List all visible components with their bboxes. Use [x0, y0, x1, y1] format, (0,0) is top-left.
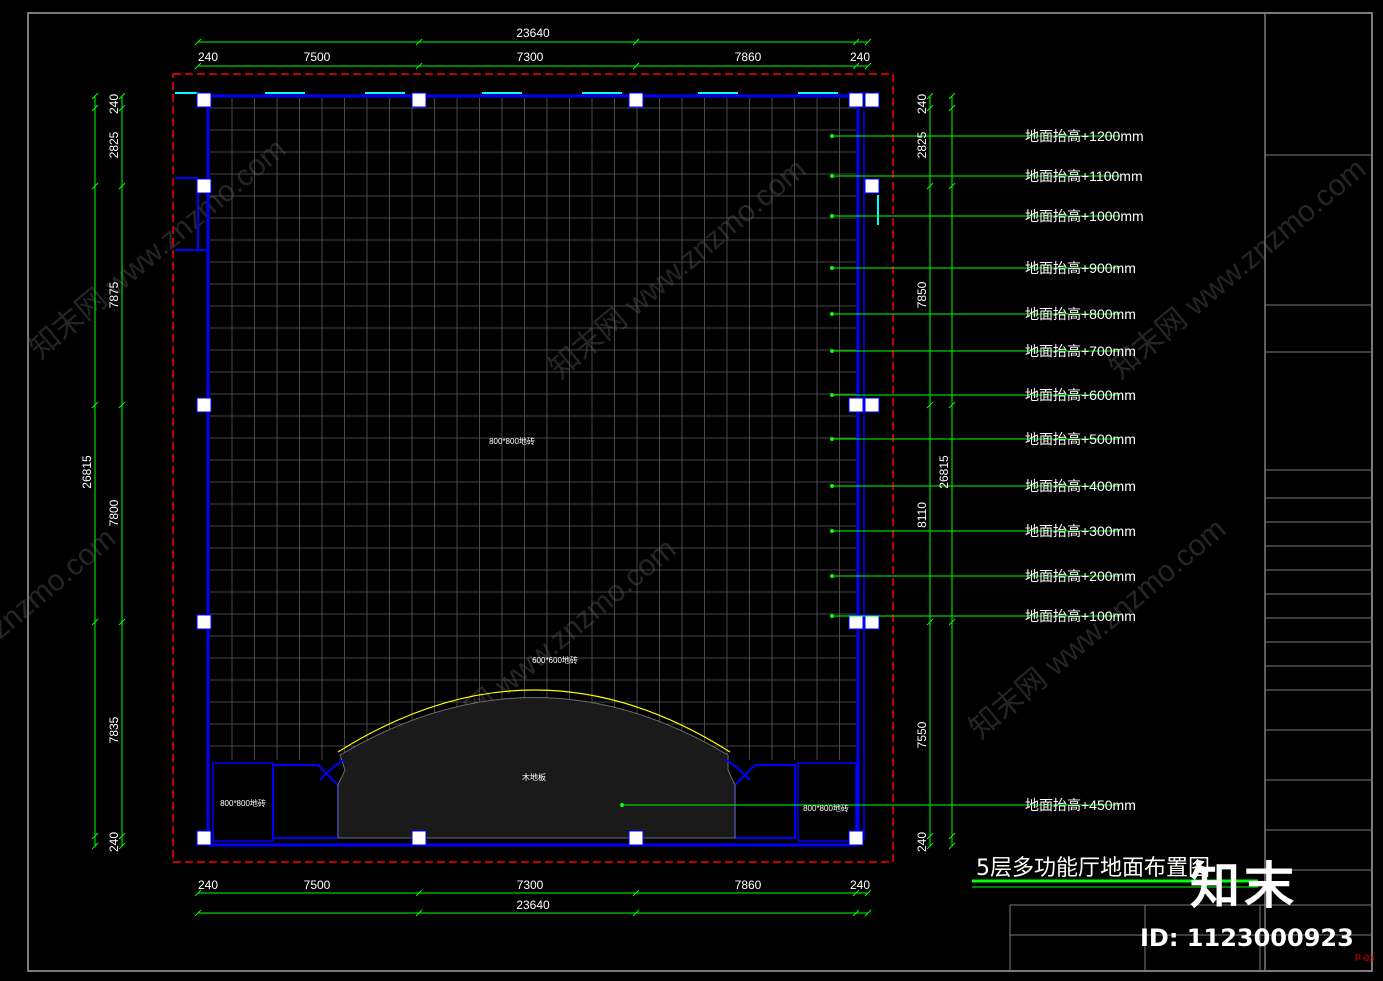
- dim-bottom-1: 240: [198, 878, 218, 892]
- dim-top-2: 7500: [304, 50, 331, 64]
- elevation-label: 地面抬高+200mm: [1025, 568, 1136, 584]
- elevation-label: 地面抬高+1200mm: [1025, 128, 1144, 144]
- svg-text:知末网 www.znzmo.com: 知末网 www.znzmo.com: [23, 132, 292, 365]
- elevation-label: 地面抬高+700mm: [1025, 343, 1136, 359]
- column: [411, 830, 427, 846]
- dim-top-total: 23640: [516, 26, 550, 40]
- dim-top-3: 7300: [517, 50, 544, 64]
- leader-dot: [830, 484, 834, 488]
- leader-dot: [620, 803, 624, 807]
- stage-wood-floor: [337, 697, 736, 839]
- elevation-labels: 地面抬高+1200mm 地面抬高+1100mm 地面抬高+1000mm 地面抬高+90…: [1025, 128, 1144, 813]
- column: [848, 830, 864, 846]
- dim-right-5: 7550: [915, 721, 929, 748]
- dim-bottom-4: 7860: [735, 878, 762, 892]
- label-left-tile: 800*800地砖: [220, 798, 266, 808]
- elevation-label: 地面抬高+300mm: [1025, 523, 1136, 539]
- leader-dot: [830, 312, 834, 316]
- dim-left-4: 7800: [107, 499, 121, 526]
- elevation-label: 地面抬高+900mm: [1025, 260, 1136, 276]
- svg-text:知末网 www.znzmo.com: 知末网 www.znzmo.com: [1103, 152, 1372, 385]
- leader-dot: [830, 614, 834, 618]
- svg-text:znzmo.com: znzmo.com: [0, 521, 122, 645]
- label-tile-lower: 600*600地砖: [532, 655, 578, 665]
- dim-right-2: 2825: [915, 131, 929, 158]
- sheet-number: P-03: [1355, 953, 1374, 963]
- column: [848, 92, 864, 108]
- column: [848, 397, 864, 413]
- id-label: ID: 1123000923: [1140, 924, 1354, 952]
- dim-left-5: 7835: [107, 716, 121, 743]
- dim-right-total: 26815: [937, 455, 951, 489]
- floor-plan-drawing: 知末网 www.znzmo.com 知末网 www.znzmo.com 知末网 …: [0, 12, 1374, 972]
- watermarks: 知末网 www.znzmo.com 知末网 www.znzmo.com 知末网 …: [0, 132, 1372, 765]
- column: [196, 614, 212, 630]
- dim-left-3: 7875: [107, 281, 121, 308]
- column: [196, 178, 212, 194]
- dim-bottom-3: 7300: [517, 878, 544, 892]
- dim-right-4: 8110: [915, 502, 929, 528]
- column: [848, 614, 864, 630]
- leader-dot: [830, 437, 834, 441]
- column: [628, 92, 644, 108]
- elevation-label: 地面抬高+600mm: [1025, 387, 1136, 403]
- label-wood-floor: 木地板: [522, 772, 546, 782]
- dim-right-3: 7850: [915, 281, 929, 308]
- leader-dot: [830, 134, 834, 138]
- column: [196, 397, 212, 413]
- drawing-title: 5层多功能厅地面布置图: [976, 856, 1210, 881]
- brand-logo: 知末: [1190, 857, 1298, 915]
- dim-right-1: 240: [915, 94, 929, 114]
- dim-bottom-2: 7500: [304, 878, 331, 892]
- elevation-label: 地面抬高+500mm: [1025, 431, 1136, 447]
- column: [196, 830, 212, 846]
- column: [628, 830, 644, 846]
- dim-left-2: 2825: [107, 131, 121, 158]
- column: [864, 397, 880, 413]
- leader-dot: [830, 349, 834, 353]
- elevation-label: 地面抬高+1000mm: [1025, 208, 1144, 224]
- elevation-label: 地面抬高+100mm: [1025, 608, 1136, 624]
- column: [196, 92, 212, 108]
- elevation-label: 地面抬高+800mm: [1025, 306, 1136, 322]
- dim-top-1: 240: [198, 50, 218, 64]
- svg-text:知末网 www.znzmo.com: 知末网 www.znzmo.com: [963, 512, 1232, 745]
- leader-dot: [830, 266, 834, 270]
- dim-left-total: 26815: [80, 455, 94, 489]
- dim-left-6: 240: [107, 832, 121, 852]
- label-tile-main: 800*800地砖: [489, 436, 535, 446]
- column: [864, 92, 880, 108]
- label-right-tile: 800*800地砖: [803, 803, 849, 813]
- leader-dot: [830, 174, 834, 178]
- column: [411, 92, 427, 108]
- dim-right-6: 240: [915, 832, 929, 852]
- leader-dot: [830, 529, 834, 533]
- elevation-label: 地面抬高+400mm: [1025, 478, 1136, 494]
- leader-dot: [830, 214, 834, 218]
- dim-bottom-5: 240: [850, 878, 870, 892]
- elevation-label: 地面抬高+1100mm: [1025, 168, 1143, 184]
- dim-top-5: 240: [850, 50, 870, 64]
- dim-bottom-total: 23640: [516, 898, 550, 912]
- leader-dot: [830, 393, 834, 397]
- column: [864, 178, 880, 194]
- dim-left-1: 240: [107, 94, 121, 114]
- leader-dot: [830, 574, 834, 578]
- elevation-label: 地面抬高+450mm: [1025, 797, 1136, 813]
- column: [864, 614, 880, 630]
- dim-top-4: 7860: [735, 50, 762, 64]
